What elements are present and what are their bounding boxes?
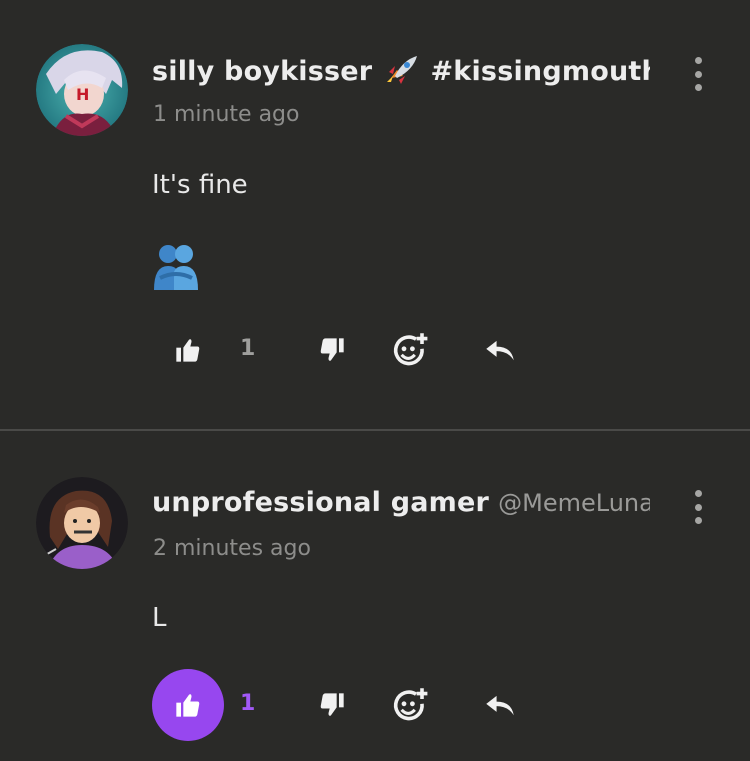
reply-icon bbox=[486, 340, 514, 361]
comment-header: unprofessional gamer @MemeLunatic bbox=[152, 487, 650, 518]
cartoon-avatar-icon bbox=[36, 477, 128, 569]
author-name[interactable]: silly boykisser bbox=[152, 56, 372, 87]
author-handle[interactable]: @MemeLunatic bbox=[498, 489, 650, 517]
comment-header: silly boykisser #kissingmouths... bbox=[152, 54, 650, 87]
reply-icon bbox=[486, 695, 514, 716]
like-button[interactable] bbox=[152, 314, 224, 386]
more-options-button[interactable] bbox=[686, 57, 710, 91]
reply-button[interactable] bbox=[478, 683, 522, 727]
more-vertical-icon bbox=[694, 57, 702, 64]
more-vertical-icon bbox=[694, 490, 702, 497]
avatar[interactable] bbox=[36, 477, 128, 569]
dislike-button[interactable] bbox=[310, 683, 354, 727]
comment-item: H silly boykisser #kissingmouths... 1 mi… bbox=[0, 0, 750, 430]
comment-feed: H silly boykisser #kissingmouths... 1 mi… bbox=[0, 0, 750, 761]
author-tag: #kissingmouths... bbox=[430, 56, 650, 87]
thumbs-down-icon bbox=[320, 693, 344, 716]
people-hugging-emoji-icon bbox=[154, 245, 198, 290]
svg-text:H: H bbox=[76, 85, 89, 104]
thumbs-down-icon bbox=[320, 338, 344, 361]
timestamp: 1 minute ago bbox=[153, 102, 300, 127]
avatar[interactable]: H bbox=[36, 44, 128, 136]
like-count: 1 bbox=[240, 336, 256, 361]
comment-actions: 1 bbox=[150, 314, 550, 386]
add-reaction-button[interactable] bbox=[388, 328, 432, 372]
comment-item: unprofessional gamer @MemeLunatic 2 minu… bbox=[0, 431, 750, 761]
add-reaction-button[interactable] bbox=[388, 683, 432, 727]
anime-avatar-icon: H bbox=[36, 44, 128, 136]
like-button[interactable] bbox=[152, 669, 224, 741]
reply-button[interactable] bbox=[478, 328, 522, 372]
timestamp: 2 minutes ago bbox=[153, 536, 311, 561]
comment-text: It's fine bbox=[152, 170, 248, 200]
dislike-button[interactable] bbox=[310, 328, 354, 372]
rocket-emoji-icon bbox=[387, 56, 418, 84]
like-count: 1 bbox=[240, 691, 256, 716]
add-reaction-icon bbox=[393, 688, 428, 721]
thumbs-up-icon bbox=[176, 694, 200, 717]
comment-actions: 1 bbox=[150, 669, 550, 741]
comment-text: L bbox=[152, 603, 167, 633]
author-name[interactable]: unprofessional gamer bbox=[152, 487, 489, 518]
more-options-button[interactable] bbox=[686, 490, 710, 524]
thumbs-up-icon bbox=[176, 339, 200, 362]
add-reaction-icon bbox=[393, 333, 428, 366]
